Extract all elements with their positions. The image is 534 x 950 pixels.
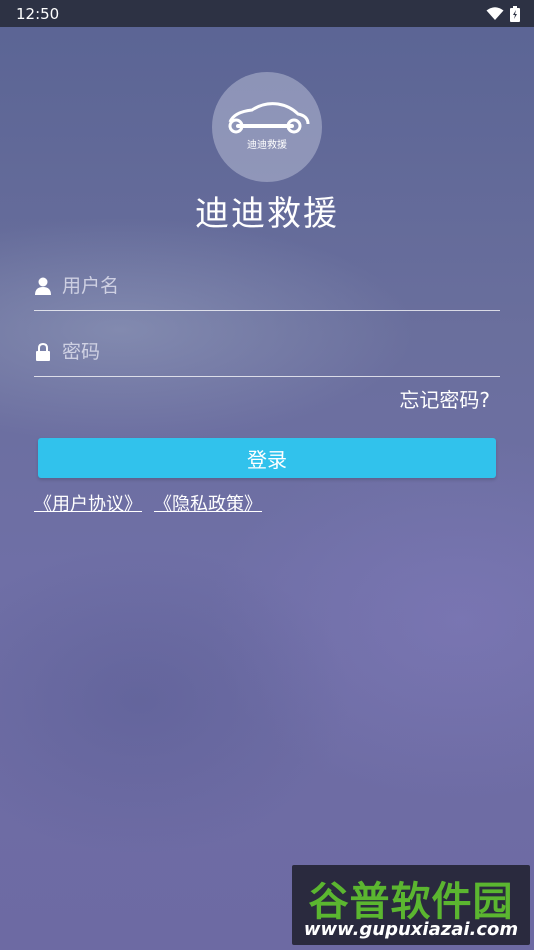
car-wrench-icon [228,102,310,134]
password-input[interactable] [62,341,500,363]
username-field [34,262,500,311]
user-icon [34,276,52,296]
password-field [34,328,500,377]
wifi-icon [486,6,504,20]
battery-icon [510,5,520,22]
status-time: 12:50 [16,4,60,23]
username-input[interactable] [62,275,500,297]
logo-text: 迪迪救援 [247,140,287,151]
app-logo: 迪迪救援 [212,72,322,182]
login-button[interactable]: 登录 [38,438,496,478]
policy-links: 《用户协议》 《隐私政策》 [34,490,262,516]
status-icons [486,5,520,22]
status-bar: 12:50 [0,0,534,27]
user-agreement-link[interactable]: 《用户协议》 [34,490,142,516]
forgot-password-link[interactable]: 忘记密码? [399,384,490,413]
privacy-policy-link[interactable]: 《隐私政策》 [154,490,262,516]
app-title: 迪迪救援 [195,194,339,234]
lock-icon [34,342,52,362]
watermark: 谷普软件园 www.gupuxiazai.com [292,865,530,945]
watermark-url: www.gupuxiazai.com [303,919,519,940]
